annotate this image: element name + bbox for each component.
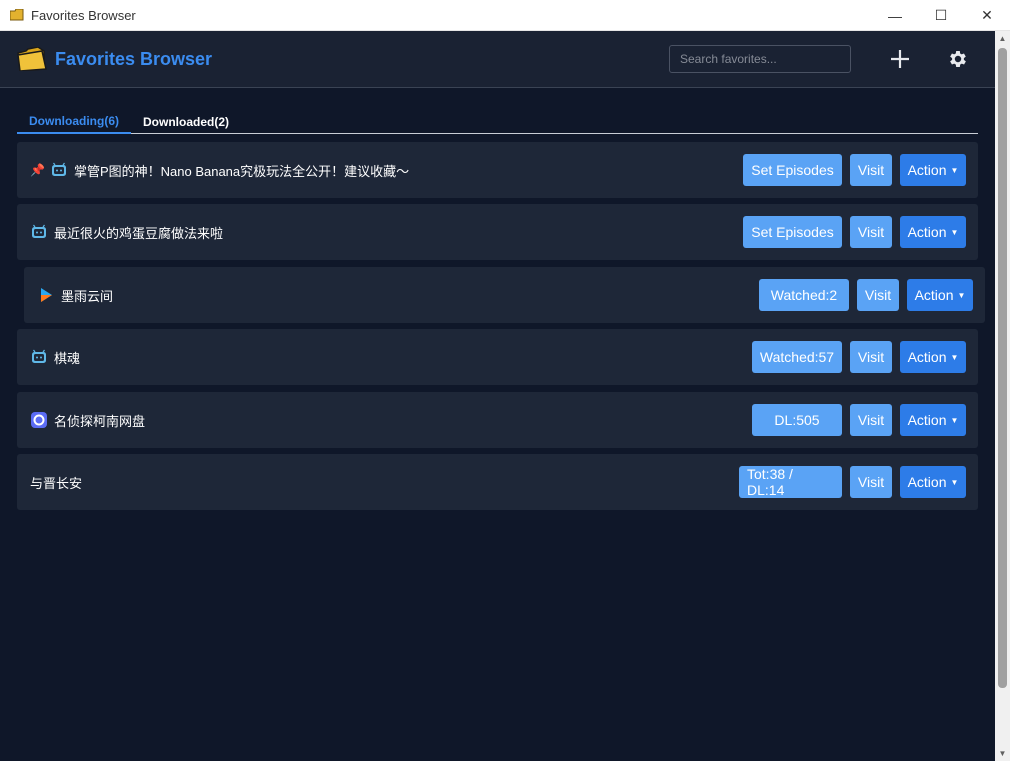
- bilibili-icon: [31, 224, 47, 240]
- set-episodes-button[interactable]: Set Episodes: [743, 216, 842, 248]
- list-item: 最近很火的鸡蛋豆腐做法来啦 Set Episodes Visit Action ▼: [17, 204, 978, 260]
- action-dropdown-button[interactable]: Action ▼: [900, 466, 966, 498]
- visit-button[interactable]: Visit: [850, 466, 892, 498]
- app-title: Favorites Browser: [55, 48, 213, 69]
- maximize-button[interactable]: ☐: [918, 0, 964, 31]
- folder-icon: [17, 47, 47, 71]
- status-button[interactable]: Watched:2: [759, 279, 849, 311]
- scroll-down-arrow-icon[interactable]: ▼: [995, 746, 1010, 761]
- item-name: 名侦探柯南网盘: [54, 413, 146, 429]
- bilibili-icon: [51, 162, 67, 178]
- caret-down-icon: ▼: [950, 352, 959, 362]
- list-item: 名侦探柯南网盘 DL:505 Visit Action ▼: [17, 392, 978, 448]
- visit-button[interactable]: Visit: [850, 404, 892, 436]
- plus-icon[interactable]: [888, 47, 912, 71]
- action-label: Action: [907, 162, 947, 178]
- app-main: Favorites Browser Downloading(6) Downloa…: [0, 31, 995, 761]
- window-titlebar: Favorites Browser — ☐ ✕: [0, 0, 1010, 31]
- scroll-thumb[interactable]: [998, 48, 1007, 688]
- minimize-button[interactable]: —: [872, 0, 918, 31]
- caret-down-icon: ▼: [950, 415, 959, 425]
- status-button[interactable]: Tot:38 / DL:14: [739, 466, 842, 498]
- action-dropdown-button[interactable]: Action ▼: [900, 404, 966, 436]
- search-input[interactable]: [669, 45, 851, 73]
- caret-down-icon: ▼: [950, 227, 959, 237]
- action-label: Action: [914, 287, 954, 303]
- pin-icon: 📌: [30, 163, 45, 177]
- action-dropdown-button[interactable]: Action ▼: [907, 279, 973, 311]
- visit-button[interactable]: Visit: [850, 216, 892, 248]
- item-name: 棋魂: [54, 350, 81, 366]
- item-name: 最近很火的鸡蛋豆腐做法来啦: [54, 225, 224, 241]
- tab-downloading[interactable]: Downloading(6): [17, 109, 131, 134]
- action-label: Action: [907, 412, 947, 428]
- status-button[interactable]: DL:505: [752, 404, 842, 436]
- folder-icon: [10, 9, 24, 21]
- action-dropdown-button[interactable]: Action ▼: [900, 216, 966, 248]
- action-dropdown-button[interactable]: Action ▼: [900, 154, 966, 186]
- app-header: Favorites Browser: [0, 31, 995, 88]
- action-label: Action: [907, 224, 947, 240]
- action-dropdown-button[interactable]: Action ▼: [900, 341, 966, 373]
- item-name: 与晋长安: [30, 475, 83, 491]
- caret-down-icon: ▼: [950, 477, 959, 487]
- action-label: Action: [907, 474, 947, 490]
- list-item: 与晋长安 Tot:38 / DL:14 Visit Action ▼: [17, 454, 978, 510]
- list-item: 📌 掌管P图的神！Nano Banana究极玩法全公开！建议收藏～ Set Ep…: [17, 142, 978, 198]
- gear-icon[interactable]: [946, 47, 970, 71]
- window-title: Favorites Browser: [31, 7, 136, 23]
- scroll-up-arrow-icon[interactable]: ▲: [995, 31, 1010, 46]
- bilibili-icon: [31, 349, 47, 365]
- caret-down-icon: ▼: [957, 290, 966, 300]
- netdisk-icon: [31, 412, 47, 428]
- visit-button[interactable]: Visit: [850, 154, 892, 186]
- list-item: 棋魂 Watched:57 Visit Action ▼: [17, 329, 978, 385]
- visit-button[interactable]: Visit: [857, 279, 899, 311]
- status-button[interactable]: Watched:57: [752, 341, 842, 373]
- tab-bar: Downloading(6) Downloaded(2): [17, 109, 978, 134]
- youku-icon: [38, 287, 54, 303]
- vertical-scrollbar[interactable]: ▲ ▼: [995, 31, 1010, 761]
- item-name: 掌管P图的神！Nano Banana究极玩法全公开！建议收藏～: [73, 163, 410, 179]
- list-item: 墨雨云间 Watched:2 Visit Action ▼: [24, 267, 985, 323]
- caret-down-icon: ▼: [950, 165, 959, 175]
- item-name: 墨雨云间: [61, 288, 114, 304]
- action-label: Action: [907, 349, 947, 365]
- close-button[interactable]: ✕: [964, 0, 1010, 31]
- visit-button[interactable]: Visit: [850, 341, 892, 373]
- tab-downloaded[interactable]: Downloaded(2): [131, 109, 241, 134]
- set-episodes-button[interactable]: Set Episodes: [743, 154, 842, 186]
